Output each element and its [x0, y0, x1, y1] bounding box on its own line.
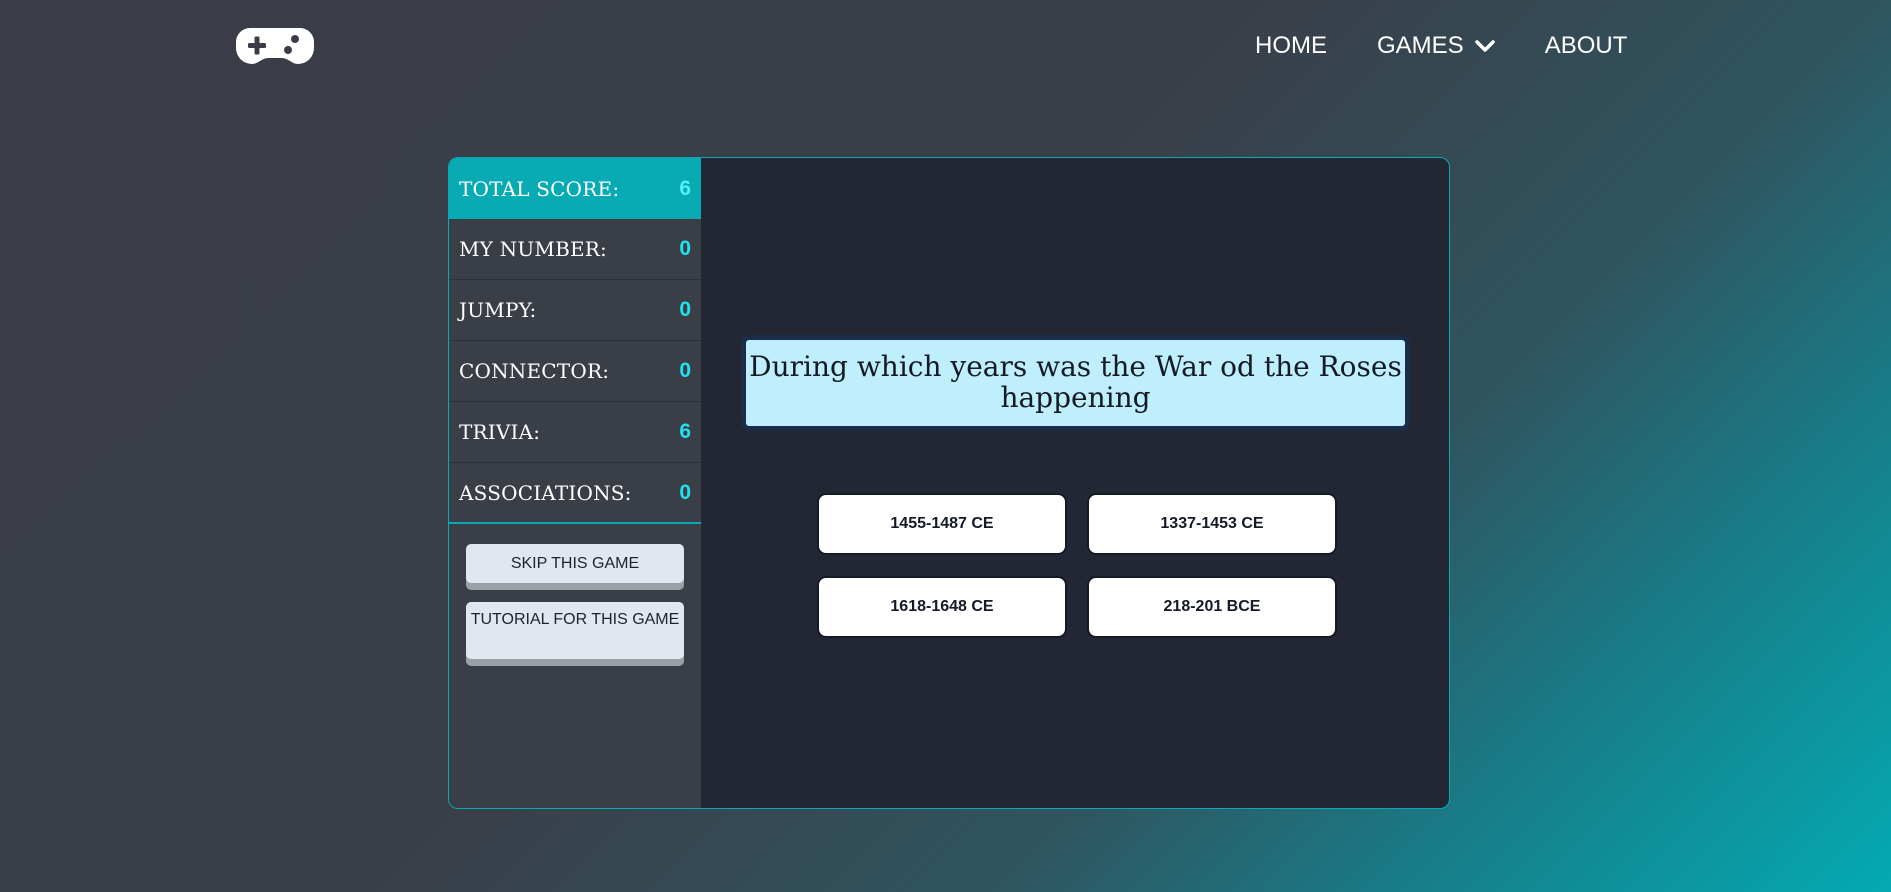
nav-about-link[interactable]: ABOUT — [1545, 32, 1628, 60]
score-label: CONNECTOR: — [459, 359, 610, 383]
score-label: TOTAL SCORE: — [459, 176, 620, 201]
score-value: 0 — [679, 480, 691, 504]
score-row-my-number: MY NUMBER: 0 — [449, 219, 701, 280]
game-card: TOTAL SCORE: 6 MY NUMBER: 0 JUMPY: 0 CON… — [448, 157, 1450, 809]
skip-game-button[interactable]: SKIP THIS GAME — [466, 544, 684, 583]
score-row-associations: ASSOCIATIONS: 0 — [449, 463, 701, 524]
score-value: 0 — [679, 237, 691, 260]
score-sidebar: TOTAL SCORE: 6 MY NUMBER: 0 JUMPY: 0 CON… — [449, 158, 701, 808]
score-value: 6 — [679, 420, 691, 443]
answer-button[interactable]: 218-201 BCE — [1087, 576, 1337, 638]
score-value: 0 — [679, 359, 691, 382]
question-box: During which years was the War od the Ro… — [741, 335, 1410, 431]
nav-games-dropdown[interactable]: GAMES — [1377, 32, 1496, 60]
score-row-trivia: TRIVIA: 6 — [449, 402, 701, 463]
score-row-jumpy: JUMPY: 0 — [449, 280, 701, 341]
trivia-game-area: During which years was the War od the Ro… — [701, 158, 1449, 808]
score-label: MY NUMBER: — [459, 237, 607, 261]
score-label: TRIVIA: — [459, 420, 541, 444]
nav-games-label: GAMES — [1377, 32, 1464, 59]
answer-button[interactable]: 1337-1453 CE — [1087, 493, 1337, 555]
nav-home-link[interactable]: HOME — [1255, 32, 1327, 60]
score-value: 6 — [679, 176, 691, 200]
score-value: 0 — [679, 298, 691, 321]
score-row-connector: CONNECTOR: 0 — [449, 341, 701, 402]
gamepad-logo-icon[interactable] — [236, 26, 314, 66]
tutorial-button[interactable]: TUTORIAL FOR THIS GAME — [466, 602, 684, 659]
main-nav: HOME GAMES ABOUT — [1255, 32, 1627, 60]
score-label: ASSOCIATIONS: — [459, 480, 632, 505]
chevron-down-icon — [1474, 40, 1495, 52]
score-label: JUMPY: — [459, 298, 537, 322]
answer-button[interactable]: 1455-1487 CE — [817, 493, 1067, 555]
score-row-total: TOTAL SCORE: 6 — [449, 158, 701, 219]
answer-button[interactable]: 1618-1648 CE — [817, 576, 1067, 638]
